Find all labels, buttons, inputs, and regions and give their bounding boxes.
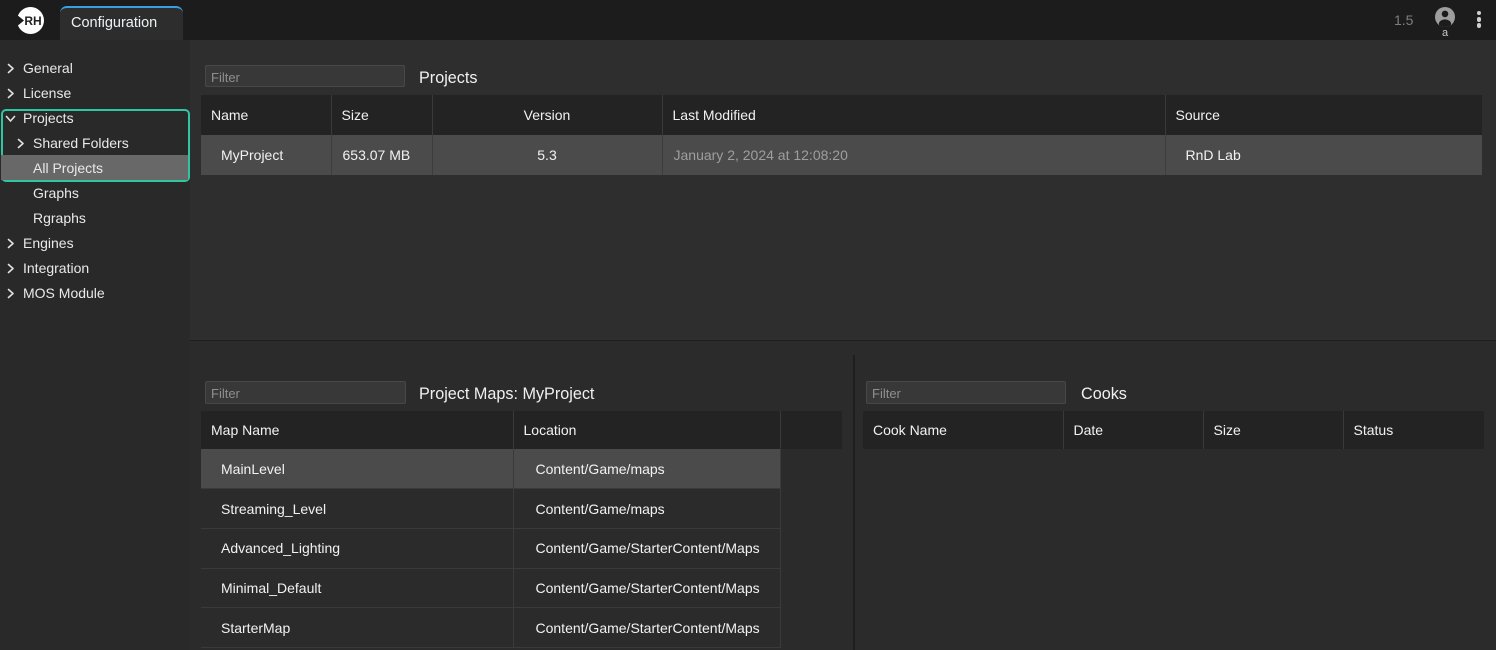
svg-text:RH: RH (24, 14, 41, 28)
